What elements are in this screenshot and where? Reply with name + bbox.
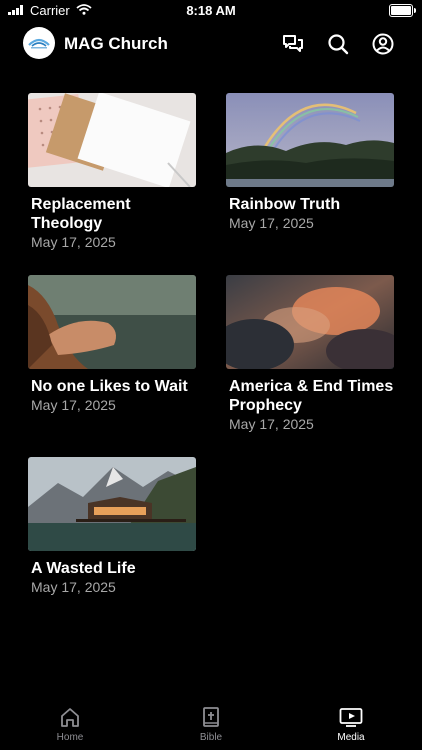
chat-icon[interactable]	[281, 32, 305, 56]
media-date: May 17, 2025	[229, 215, 314, 231]
tab-home[interactable]: Home	[40, 706, 100, 743]
media-card[interactable]: Rainbow Truth May 17, 2025	[226, 93, 394, 233]
status-bar: Carrier 8:18 AM	[0, 0, 422, 22]
media-thumbnail[interactable]	[28, 275, 196, 369]
media-date: May 17, 2025	[31, 234, 116, 250]
status-time: 8:18 AM	[186, 3, 236, 18]
media-title: No one Likes to Wait	[31, 378, 188, 395]
church-logo[interactable]	[23, 27, 55, 59]
media-date: May 17, 2025	[31, 579, 116, 595]
media-date: May 17, 2025	[229, 416, 314, 432]
media-thumbnail[interactable]	[28, 457, 196, 551]
battery-icon	[389, 4, 416, 17]
media-icon	[339, 708, 363, 727]
tab-home-label: Home	[56, 732, 84, 743]
media-date: May 17, 2025	[31, 397, 116, 413]
bible-icon	[203, 707, 219, 727]
app-header: MAG Church	[0, 22, 422, 66]
media-title: America & End Times Prophecy	[229, 378, 394, 414]
tab-bible[interactable]: Bible	[181, 706, 241, 743]
media-card[interactable]: Replacement Theology May 17, 2025	[28, 93, 196, 252]
tab-media[interactable]: Media	[321, 706, 381, 743]
tab-media-label: Media	[337, 732, 365, 743]
media-title: Rainbow Truth	[229, 196, 341, 213]
tab-bible-label: Bible	[199, 732, 223, 743]
media-card[interactable]: America & End Times Prophecy May 17, 202…	[226, 275, 394, 434]
media-title: A Wasted Life	[31, 560, 136, 577]
media-thumbnail[interactable]	[28, 93, 196, 187]
media-thumbnail[interactable]	[226, 275, 394, 369]
media-card[interactable]: A Wasted Life May 17, 2025	[28, 457, 196, 597]
tab-bar: Home Bible Media	[0, 700, 422, 750]
media-title: Replacement Theology	[31, 196, 131, 232]
home-icon	[61, 708, 79, 727]
search-icon[interactable]	[326, 32, 350, 56]
media-card[interactable]: No one Likes to Wait May 17, 2025	[28, 275, 196, 415]
app-title: MAG Church	[64, 34, 168, 53]
media-thumbnail[interactable]	[226, 93, 394, 187]
account-icon[interactable]	[371, 32, 395, 56]
